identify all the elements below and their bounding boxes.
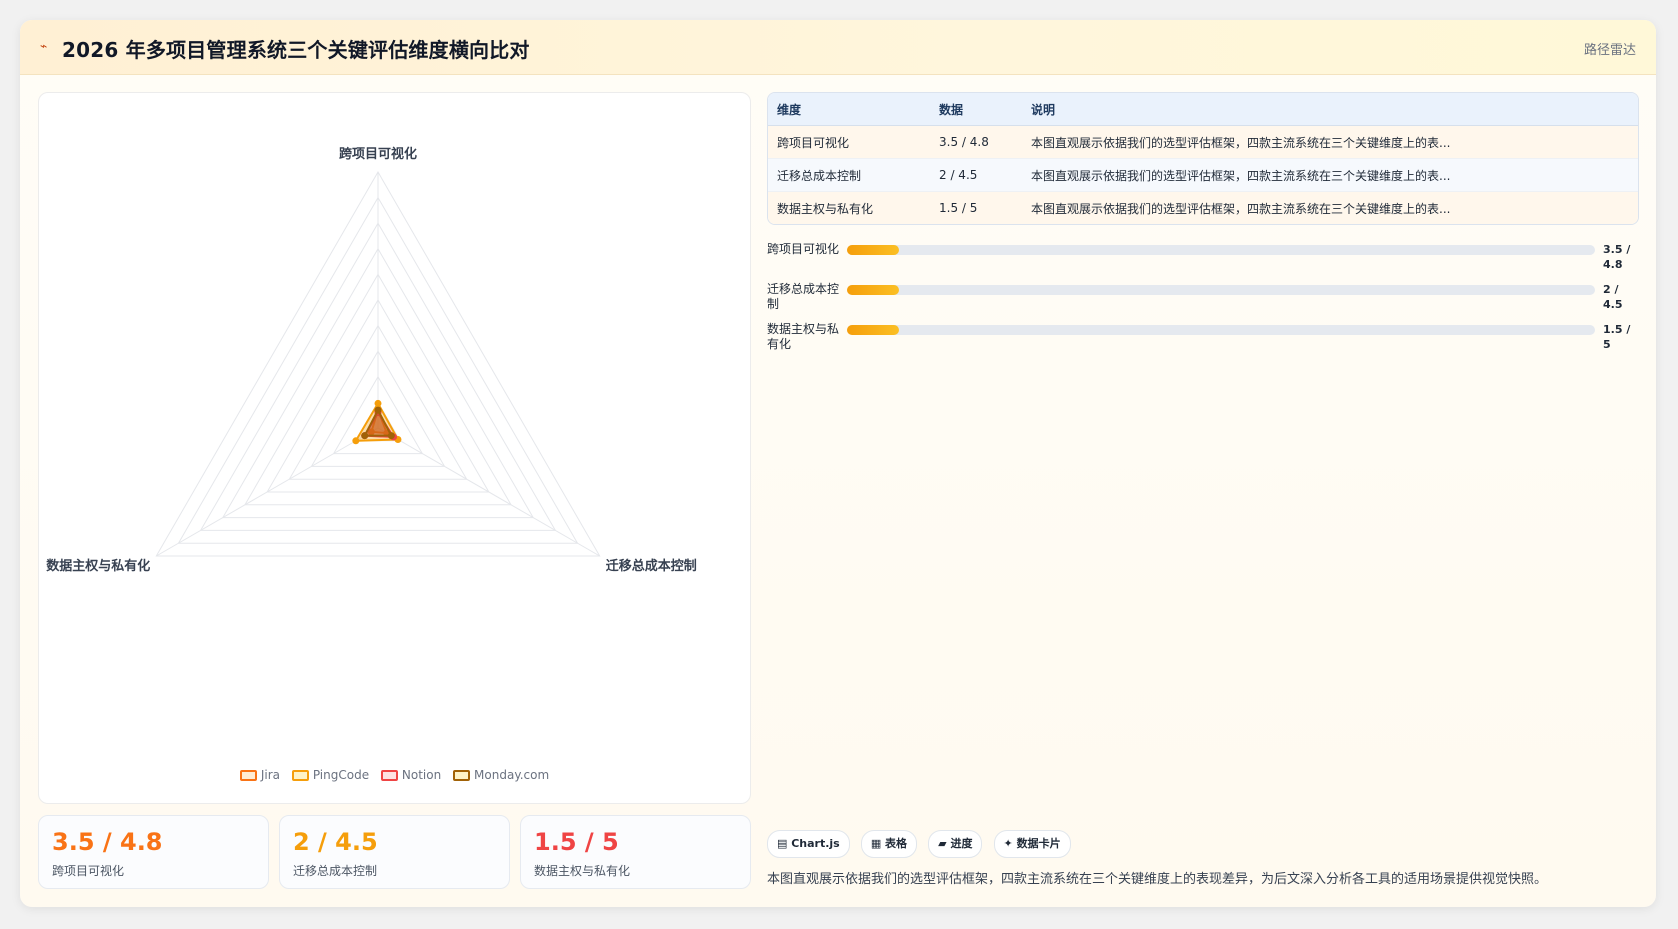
radar-point — [374, 406, 382, 414]
legend-swatch-notion — [380, 770, 398, 781]
progress-track — [847, 245, 1595, 255]
progress-row: 迁移总成本控制 2 / 4.5 — [767, 282, 1637, 322]
progress-fill — [847, 285, 900, 295]
table-cell: 数据主权与私有化 — [768, 191, 930, 224]
main-card: ⌁ 2026 年多项目管理系统三个关键评估维度横向比对 路径雷达 跨项目可视化迁… — [20, 20, 1656, 907]
progress-label: 数据主权与私有化 — [767, 322, 840, 351]
legend-item-notion[interactable]: Notion — [380, 768, 442, 782]
progress-track — [847, 285, 1595, 295]
progress-track — [847, 325, 1595, 335]
table-cell: 跨项目可视化 — [768, 125, 930, 159]
table-cell: 1.5 / 5 — [930, 191, 1022, 224]
table-header-row: 维度 数据 说明 — [768, 93, 1638, 126]
table-header-dimension: 维度 — [768, 93, 930, 126]
kpi-card-data-sovereignty: 1.5 / 5 数据主权与私有化 — [520, 815, 751, 889]
radar-chart: 跨项目可视化迁移总成本控制 数据主权与私有化 — [46, 146, 697, 573]
chart-description: 本图直观展示依据我们的选型评估框架，四款主流系统在三个关键维度上的表现差异，为后… — [767, 872, 1548, 887]
chip-progress[interactable]: ▰ 进度 — [928, 830, 983, 858]
kpi-value: 2 / 4.5 — [293, 828, 378, 856]
chip-table[interactable]: ▦ 表格 — [860, 830, 918, 858]
table-cell: 本图直观展示依据我们的选型评估框架，四款主流系统在三个关键维度上的表... — [1022, 191, 1638, 224]
progress-row: 数据主权与私有化 1.5 / 5 — [767, 322, 1637, 362]
kpi-card-visibility: 3.5 / 4.8 跨项目可视化 — [38, 815, 269, 889]
table-cell: 本图直观展示依据我们的选型评估框架，四款主流系统在三个关键维度上的表... — [1022, 158, 1638, 192]
table-row: 迁移总成本控制 2 / 4.5 本图直观展示依据我们的选型评估框架，四款主流系统… — [768, 158, 1638, 192]
progress-fill — [847, 325, 900, 335]
legend-swatch-pingcode — [291, 770, 309, 781]
data-table: 维度 数据 说明 跨项目可视化 3.5 / 4.8 本图直观展示依据我们的选型评… — [767, 92, 1639, 225]
route-icon: ⌁ — [40, 39, 48, 53]
chart-type-tag: 路径雷达 — [1583, 43, 1636, 58]
progress-value: 3.5 / 4.8 — [1603, 243, 1631, 271]
legend-label: PingCode — [312, 768, 370, 782]
legend-label: Jira — [260, 768, 280, 782]
legend-item-jira[interactable]: Jira — [239, 768, 280, 782]
progress-bars: 跨项目可视化 3.5 / 4.8 迁移总成本控制 2 / 4.5 数据主权与私有… — [767, 242, 1637, 362]
progress-value: 2 / 4.5 — [1603, 283, 1623, 311]
radar-axis-label: 迁移总成本控制 — [606, 558, 697, 573]
table-cell: 2 / 4.5 — [930, 158, 1022, 192]
progress-label: 迁移总成本控制 — [767, 282, 840, 311]
table-row: 数据主权与私有化 1.5 / 5 本图直观展示依据我们的选型评估框架，四款主流系… — [768, 191, 1638, 224]
radar-axis-label: 数据主权与私有化 — [46, 558, 150, 573]
legend-item-pingcode[interactable]: PingCode — [291, 768, 370, 782]
progress-value: 1.5 / 5 — [1603, 323, 1631, 351]
kpi-value: 3.5 / 4.8 — [52, 828, 163, 856]
legend-label: Notion — [401, 768, 442, 782]
table-header-description: 说明 — [1022, 93, 1638, 126]
chip-chartjs[interactable]: ▤ Chart.js — [767, 830, 850, 858]
header-bar: ⌁ 2026 年多项目管理系统三个关键评估维度横向比对 路径雷达 — [20, 20, 1656, 75]
radar-point — [387, 432, 395, 440]
table-cell: 3.5 / 4.8 — [930, 125, 1022, 159]
progress-fill — [847, 245, 900, 255]
table-cell: 本图直观展示依据我们的选型评估框架，四款主流系统在三个关键维度上的表... — [1022, 125, 1638, 159]
table-cell: 迁移总成本控制 — [768, 158, 930, 192]
legend-label: Monday.com — [474, 768, 550, 782]
kpi-label: 跨项目可视化 — [52, 864, 125, 878]
radar-point — [361, 432, 369, 440]
legend-swatch-monday — [453, 770, 471, 781]
table-header-data: 数据 — [930, 93, 1022, 126]
page-title: 2026 年多项目管理系统三个关键评估维度横向比对 — [62, 38, 530, 62]
view-chips: ▤ Chart.js ▦ 表格 ▰ 进度 ✦ 数据卡片 — [767, 830, 1077, 858]
legend-item-monday[interactable]: Monday.com — [453, 768, 549, 782]
kpi-card-migration-cost: 2 / 4.5 迁移总成本控制 — [279, 815, 510, 889]
progress-label: 跨项目可视化 — [767, 242, 840, 256]
radar-point — [352, 437, 360, 445]
legend-swatch-jira — [239, 770, 257, 781]
kpi-label: 数据主权与私有化 — [534, 864, 631, 878]
progress-row: 跨项目可视化 3.5 / 4.8 — [767, 242, 1637, 282]
table-row: 跨项目可视化 3.5 / 4.8 本图直观展示依据我们的选型评估框架，四款主流系… — [768, 125, 1638, 159]
chart-legend: Jira PingCode Notion Monday.com — [39, 768, 750, 782]
kpi-label: 迁移总成本控制 — [293, 864, 378, 878]
chip-data-card[interactable]: ✦ 数据卡片 — [993, 830, 1071, 858]
radar-chart-panel: 跨项目可视化迁移总成本控制 数据主权与私有化 Jira PingCode Noti… — [38, 92, 751, 804]
radar-axis-label: 跨项目可视化 — [339, 146, 417, 161]
radar-point — [374, 399, 382, 407]
kpi-value: 1.5 / 5 — [534, 828, 619, 856]
